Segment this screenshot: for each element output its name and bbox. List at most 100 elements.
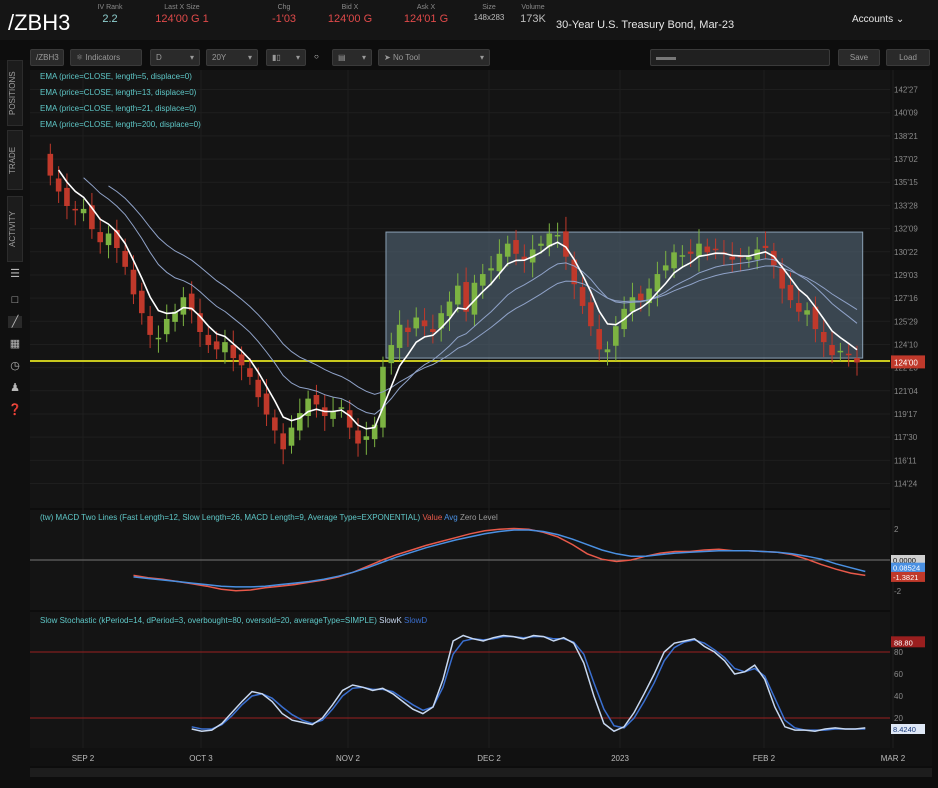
macd-value-label: 0.08524 <box>893 564 920 573</box>
candle-body <box>496 253 503 272</box>
candle-body <box>820 332 827 343</box>
candle-body <box>430 329 436 332</box>
stoch-value-label: 8.4240 <box>893 725 916 734</box>
candle-body <box>513 240 519 254</box>
candle-body <box>147 316 153 335</box>
horizontal-scrollbar <box>30 768 932 777</box>
price-tick-label: 124'10 <box>894 340 918 349</box>
candle-body <box>455 285 461 305</box>
study-label-ema5[interactable]: EMA (price=CLOSE, length=5, displace=0) <box>40 72 192 81</box>
price-tick-label: 129'03 <box>894 271 918 280</box>
stoch-ob-label: 88.80 <box>894 638 913 647</box>
price-tick-label: 130'22 <box>894 248 918 257</box>
candle-body <box>604 349 611 353</box>
study-label-macd[interactable]: (tw) MACD Two Lines (Fast Length=12, Slo… <box>40 513 498 522</box>
price-tick-label: 127'16 <box>894 294 918 303</box>
candle-body <box>421 320 428 327</box>
candle-body <box>596 329 602 350</box>
candle-body <box>795 303 802 312</box>
candle-body <box>579 287 586 306</box>
stoch-pane <box>30 612 890 748</box>
macd-tick-label: 2 <box>894 525 899 534</box>
candle-body <box>704 246 711 253</box>
candle-body <box>313 395 320 405</box>
time-tick-label: NOV 2 <box>336 754 361 763</box>
candle-body <box>213 341 220 350</box>
time-tick-label: OCT 3 <box>189 754 213 763</box>
chart-canvas[interactable]: 142'27 140'09 138'21 137'02 135'15 133'28 132'… <box>0 0 938 788</box>
candle-body <box>388 345 395 364</box>
candle-body <box>163 318 170 335</box>
candle-body <box>122 250 128 267</box>
candle-body <box>671 252 677 269</box>
candle-body <box>338 407 345 409</box>
price-tick-label: 117'30 <box>894 433 918 442</box>
candle-body <box>554 234 561 237</box>
candle-body <box>762 245 769 248</box>
study-label-stoch[interactable]: Slow Stochastic (kPeriod=14, dPeriod=3, … <box>40 616 427 625</box>
candle-body <box>687 251 694 254</box>
candle-body <box>247 368 253 377</box>
candle-body <box>629 297 636 312</box>
candle-body <box>845 353 852 356</box>
candle-body <box>654 274 661 292</box>
candle-body <box>746 256 752 260</box>
candle-body <box>837 350 844 353</box>
candle-body <box>712 248 719 251</box>
candle-body <box>787 284 794 301</box>
candle-body <box>488 268 494 271</box>
candle-body <box>679 255 686 257</box>
study-label-ema21[interactable]: EMA (price=CLOSE, length=21, displace=0) <box>40 104 196 113</box>
candle-body <box>729 256 736 260</box>
candle-body <box>64 187 70 206</box>
candle-body <box>405 327 411 332</box>
macd-legend-avg: Avg <box>444 513 458 522</box>
last-price-label: 124'00 <box>894 358 918 367</box>
price-tick-label: 116'11 <box>894 456 917 465</box>
candle-body <box>130 269 137 295</box>
candle-body <box>363 436 370 440</box>
price-tick-label: 125'29 <box>894 317 918 326</box>
candle-body <box>155 337 162 340</box>
stoch-legend-k: SlowK <box>379 616 402 625</box>
candle-body <box>504 243 511 257</box>
time-tick-label: MAR 2 <box>881 754 906 763</box>
candle-body <box>563 231 569 257</box>
candle-body <box>413 317 420 329</box>
candle-body <box>80 208 87 214</box>
study-label-ema200[interactable]: EMA (price=CLOSE, length=200, displace=0… <box>40 120 201 129</box>
price-tick-label: 114'24 <box>894 479 918 488</box>
candle-body <box>55 178 62 192</box>
price-tick-label: 121'04 <box>894 387 918 396</box>
price-tick-label: 133'28 <box>894 201 918 210</box>
time-tick-label: DEC 2 <box>477 754 501 763</box>
stoch-tick-label: 60 <box>894 670 903 679</box>
candle-body <box>263 393 270 415</box>
candle-body <box>222 342 228 353</box>
candle-body <box>696 243 702 257</box>
stoch-title: Slow Stochastic (kPeriod=14, dPeriod=3, … <box>40 616 377 625</box>
candle-body <box>180 297 187 315</box>
macd-legend-zero: Zero Level <box>459 513 498 522</box>
price-tick-label: 135'15 <box>894 178 918 187</box>
candle-body <box>47 153 54 176</box>
macd-value-label: -1.3821 <box>893 573 918 582</box>
candle-body <box>662 265 669 271</box>
macd-title: (tw) MACD Two Lines (Fast Length=12, Slo… <box>40 513 421 522</box>
candle-body <box>205 334 212 346</box>
price-tick-label: 137'02 <box>894 155 918 164</box>
candle-body <box>230 345 237 359</box>
time-tick-label: SEP 2 <box>72 754 95 763</box>
candle-body <box>446 301 453 317</box>
candle-body <box>97 232 104 243</box>
study-label-ema13[interactable]: EMA (price=CLOSE, length=13, displace=0) <box>40 88 196 97</box>
macd-tick-label: -2 <box>894 587 902 596</box>
stoch-tick-label: 80 <box>894 648 903 657</box>
price-tick-label: 142'27 <box>894 86 918 95</box>
stoch-tick-label: 40 <box>894 692 903 701</box>
candle-body <box>588 302 594 327</box>
price-tick-label: 119'17 <box>894 410 918 419</box>
time-tick-label: FEB 2 <box>753 754 776 763</box>
stoch-legend-d: SlowD <box>404 616 428 625</box>
candle-body <box>138 290 145 314</box>
